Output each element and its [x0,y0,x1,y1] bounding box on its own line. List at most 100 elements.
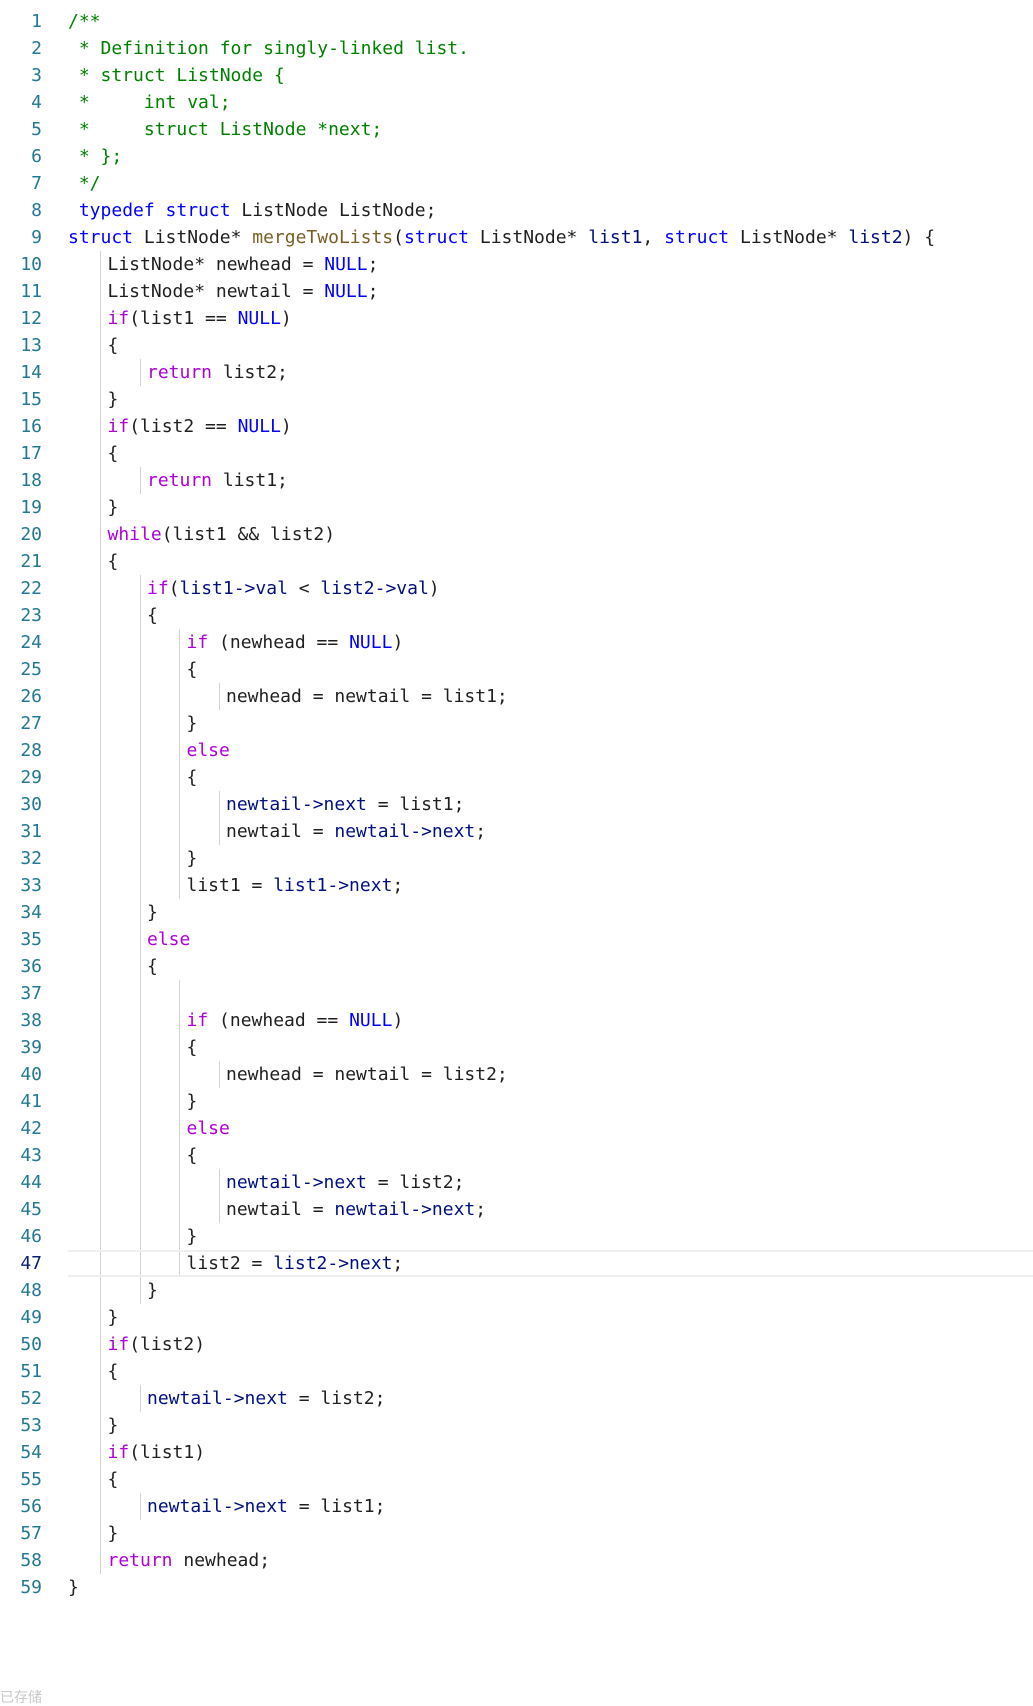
code-text: } [108,494,119,521]
code-line[interactable]: 53} [0,1412,1033,1439]
code-text: else [147,926,190,953]
code-token: newtail = [226,1199,335,1220]
line-number: 29 [20,767,42,788]
code-line[interactable]: 52 newtail->next = list2; [0,1385,1033,1412]
code-line[interactable]: 48} [0,1277,1033,1304]
code-line[interactable]: 55 { [0,1466,1033,1493]
indent-guide [179,683,180,710]
indent-guide [100,1493,101,1520]
code-line[interactable]: 46} [0,1223,1033,1250]
indent-guide [218,791,220,818]
code-token: } [147,902,158,923]
code-text: { [108,440,119,467]
code-line[interactable]: 19} [0,494,1033,521]
code-line[interactable]: 39 { [0,1034,1033,1061]
code-text: * struct ListNode *next; [68,116,382,143]
code-line[interactable]: 38 if (newhead == NULL) [0,1007,1033,1034]
code-text: else [187,1115,230,1142]
code-line[interactable]: 7 */ [0,170,1033,197]
code-line[interactable]: 16 if(list2 == NULL) [0,413,1033,440]
code-token: ; [367,254,379,275]
code-text: list1 = list1->next; [187,872,404,899]
indent-guide [100,899,101,926]
code-line[interactable]: 8 typedef struct ListNode ListNode; [0,197,1033,224]
indent-guide [139,1034,141,1061]
code-line[interactable]: 11 ListNode* newtail = NULL; [0,278,1033,305]
code-line[interactable]: 45 newtail = newtail->next; [0,1196,1033,1223]
code-token: } [107,1523,119,1544]
line-number: 14 [20,362,42,383]
code-line[interactable]: 30 newtail->next = list1; [0,791,1033,818]
code-token: ListNode* newtail = [107,281,325,302]
code-line[interactable]: 13 { [0,332,1033,359]
code-token: NULL [324,281,368,302]
indent-guide [100,1196,101,1223]
code-line[interactable]: 22 if(list1->val < list2->val) [0,575,1033,602]
code-line[interactable]: 44 newtail->next = list2; [0,1169,1033,1196]
code-line[interactable]: 10 ListNode* newhead = NULL; [0,251,1033,278]
code-line[interactable]: 34} [0,899,1033,926]
code-line[interactable]: 54 if(list1) [0,1439,1033,1466]
code-line[interactable]: 18 return list1; [0,467,1033,494]
code-line[interactable]: 25 { [0,656,1033,683]
code-line[interactable]: 5 * struct ListNode *next; [0,116,1033,143]
code-line[interactable]: 35 else [0,926,1033,953]
code-line[interactable]: 49} [0,1304,1033,1331]
code-line[interactable]: 1 /** [0,8,1033,35]
code-token: NULL [324,254,368,275]
code-line[interactable]: 17 { [0,440,1033,467]
code-text: } [108,1412,119,1439]
indent-guide [139,818,141,845]
line-number: 39 [20,1037,42,1058]
code-token: } [107,1415,119,1436]
code-line[interactable]: 24 if (newhead == NULL) [0,629,1033,656]
code-line[interactable]: 51 { [0,1358,1033,1385]
code-line[interactable]: 9 struct ListNode* mergeTwoLists(struct L… [0,224,1033,251]
code-text: typedef struct ListNode ListNode; [68,197,437,224]
code-line[interactable]: 3 * struct ListNode { [0,62,1033,89]
code-line[interactable]: 41} [0,1088,1033,1115]
code-token: * Definition for singly-linked list. [68,38,469,59]
code-line[interactable]: 14 return list2; [0,359,1033,386]
code-line[interactable]: 6 * }; [0,143,1033,170]
code-line[interactable]: 43 { [0,1142,1033,1169]
line-number: 18 [20,470,42,491]
code-line[interactable]: 26 newhead = newtail = list1; [0,683,1033,710]
code-line[interactable]: 50 if(list2) [0,1331,1033,1358]
code-line[interactable]: 4 * int val; [0,89,1033,116]
indent-guide [179,1034,180,1061]
code-line[interactable]: 31 newtail = newtail->next; [0,818,1033,845]
code-line[interactable]: 21 { [0,548,1033,575]
code-line[interactable]: 56 newtail->next = list1; [0,1493,1033,1520]
indent-guide [139,683,141,710]
code-line[interactable]: 32} [0,845,1033,872]
code-line[interactable]: 47 list2 = list2->next; [0,1250,1033,1277]
indent-guide [100,1304,101,1331]
code-token: */ [68,173,101,194]
code-line[interactable]: 28 else [0,737,1033,764]
code-line[interactable]: 37 [0,980,1033,1007]
code-token: newhead = newtail = list2; [226,1064,508,1085]
code-line[interactable]: 20 while(list1 && list2) [0,521,1033,548]
code-line[interactable]: 27} [0,710,1033,737]
code-line[interactable]: 33 list1 = list1->next; [0,872,1033,899]
code-line[interactable]: 40 newhead = newtail = list2; [0,1061,1033,1088]
code-line[interactable]: 58 return newhead; [0,1547,1033,1574]
code-line[interactable]: 23 { [0,602,1033,629]
indent-guide [179,1223,180,1250]
code-line[interactable]: 15} [0,386,1033,413]
code-text: if(list1 == NULL) [108,305,292,332]
code-line[interactable]: 42 else [0,1115,1033,1142]
code-line[interactable]: 57} [0,1520,1033,1547]
code-editor[interactable]: 1 /** 2 * Definition for singly-linked lis… [0,8,1033,1601]
indent-guide [139,1007,141,1034]
code-line[interactable]: 36 { [0,953,1033,980]
indent-guide [100,872,101,899]
code-token: (list2 == [129,416,238,437]
code-line[interactable]: 29 { [0,764,1033,791]
code-line[interactable]: 12 if(list1 == NULL) [0,305,1033,332]
code-line[interactable]: 59} [0,1574,1033,1601]
code-token: newtail->next [226,1172,367,1193]
indent-guide [139,926,141,953]
code-line[interactable]: 2 * Definition for singly-linked list. [0,35,1033,62]
